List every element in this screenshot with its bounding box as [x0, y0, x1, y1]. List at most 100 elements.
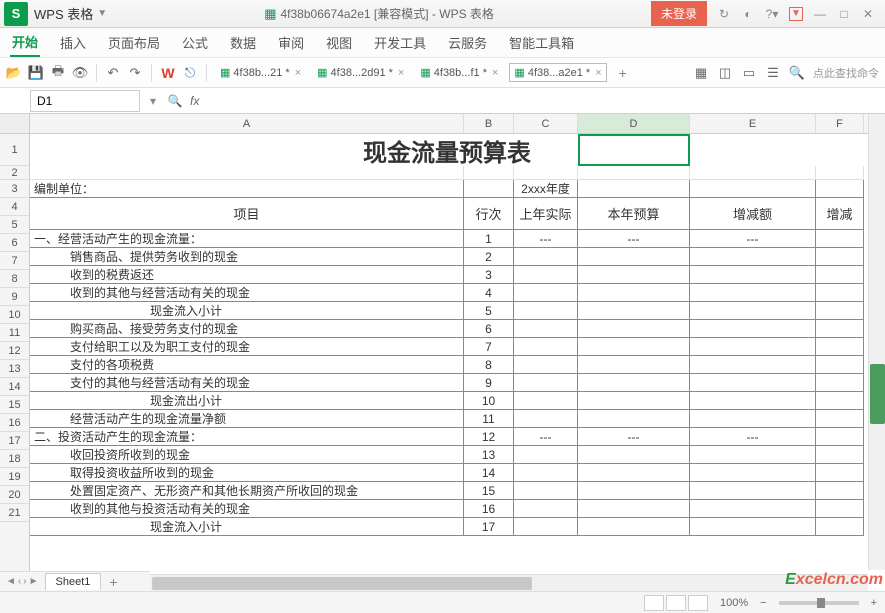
zoom-fx-icon[interactable]: 🔍	[164, 90, 186, 112]
cell[interactable]	[578, 180, 690, 198]
cell[interactable]: ---	[690, 230, 816, 248]
col-header-D[interactable]: D	[578, 114, 690, 133]
col-header-F[interactable]: F	[816, 114, 864, 133]
cell[interactable]	[578, 266, 690, 284]
view-page-icon[interactable]	[666, 595, 686, 611]
sync-icon[interactable]: ↻	[717, 7, 731, 21]
row-header-15[interactable]: 15	[0, 396, 29, 414]
help-icon[interactable]: ?▾	[765, 7, 779, 21]
cell[interactable]: 5	[464, 302, 514, 320]
cell[interactable]	[578, 374, 690, 392]
cell[interactable]	[816, 500, 864, 518]
cell[interactable]: ---	[578, 428, 690, 446]
cell[interactable]	[690, 338, 816, 356]
cell[interactable]: 8	[464, 356, 514, 374]
row-header-1[interactable]: 1	[0, 134, 29, 166]
cell[interactable]	[514, 166, 578, 180]
cell[interactable]	[514, 500, 578, 518]
col-header-A[interactable]: A	[30, 114, 464, 133]
spreadsheet-grid[interactable]: 123456789101112131415161718192021 ABCDEF…	[0, 114, 885, 588]
cell[interactable]: 一、经营活动产生的现金流量：	[30, 230, 464, 248]
window-icon[interactable]: ▭	[741, 65, 757, 81]
cell[interactable]	[514, 518, 578, 536]
menu-formula[interactable]: 公式	[180, 29, 210, 56]
cell[interactable]	[690, 302, 816, 320]
tab-close-icon[interactable]: ×	[595, 67, 601, 79]
cell[interactable]	[690, 266, 816, 284]
row-header-8[interactable]: 8	[0, 270, 29, 288]
grid-icon[interactable]: ▦	[693, 65, 709, 81]
zoom-thumb[interactable]	[817, 598, 825, 608]
cell[interactable]	[514, 392, 578, 410]
cell[interactable]	[578, 302, 690, 320]
row-header-3[interactable]: 3	[0, 180, 29, 198]
vertical-scrollbar[interactable]	[868, 114, 885, 570]
menu-insert[interactable]: 插入	[58, 29, 88, 56]
cell[interactable]: 销售商品、提供劳务收到的现金	[30, 248, 464, 266]
cell[interactable]	[578, 500, 690, 518]
cell[interactable]	[690, 410, 816, 428]
cell[interactable]: 购买商品、接受劳务支付的现金	[30, 320, 464, 338]
cell[interactable]	[578, 338, 690, 356]
split-icon[interactable]: ◫	[717, 65, 733, 81]
column-header-C[interactable]: 上年实际	[514, 198, 578, 230]
cell[interactable]	[816, 266, 864, 284]
name-box[interactable]: D1	[30, 90, 140, 112]
row-header-9[interactable]: 9	[0, 288, 29, 306]
cell[interactable]	[816, 320, 864, 338]
cell[interactable]: 4	[464, 284, 514, 302]
cell[interactable]: 收回投资所收到的现金	[30, 446, 464, 464]
cell[interactable]	[578, 482, 690, 500]
tab-close-icon[interactable]: ×	[398, 67, 404, 79]
next-sheet-icon[interactable]: ›	[23, 576, 26, 587]
cell[interactable]	[464, 166, 514, 180]
minimize-icon[interactable]: —	[813, 7, 827, 21]
cell[interactable]	[816, 482, 864, 500]
cell[interactable]	[816, 248, 864, 266]
cell[interactable]	[816, 230, 864, 248]
zoom-value[interactable]: 100%	[720, 597, 748, 609]
cell[interactable]: 1	[464, 230, 514, 248]
row-header-21[interactable]: 21	[0, 504, 29, 522]
cell[interactable]: 编制单位：	[30, 180, 464, 198]
cell[interactable]	[578, 392, 690, 410]
row-header-14[interactable]: 14	[0, 378, 29, 396]
sheet-title[interactable]: 现金流量预算表	[30, 134, 864, 166]
cell[interactable]	[816, 518, 864, 536]
cell[interactable]: 2xxx年度	[514, 180, 578, 198]
save-icon[interactable]: 💾	[28, 65, 44, 81]
view-normal-icon[interactable]	[644, 595, 664, 611]
cell[interactable]: 取得投资收益所收到的现金	[30, 464, 464, 482]
cell[interactable]	[816, 428, 864, 446]
cell[interactable]	[578, 518, 690, 536]
cell[interactable]: 15	[464, 482, 514, 500]
cell[interactable]: 收到的税费返还	[30, 266, 464, 284]
cell[interactable]	[690, 180, 816, 198]
cell[interactable]	[514, 374, 578, 392]
menu-view[interactable]: 视图	[324, 29, 354, 56]
sheet-nav[interactable]: ◄‹›►	[0, 576, 45, 587]
search-icon[interactable]: 🔍	[789, 65, 805, 81]
search-hint[interactable]: 点此查找命令	[813, 65, 879, 81]
list-icon[interactable]: ☰	[765, 65, 781, 81]
cell[interactable]	[514, 338, 578, 356]
prev-sheet-icon[interactable]: ‹	[18, 576, 21, 587]
vscroll-thumb[interactable]	[870, 364, 885, 424]
cell[interactable]: 二、投资活动产生的现金流量：	[30, 428, 464, 446]
redo-icon[interactable]: ↷	[127, 65, 143, 81]
zoom-in-icon[interactable]: +	[871, 597, 877, 609]
maximize-icon[interactable]: □	[837, 7, 851, 21]
cell[interactable]: 10	[464, 392, 514, 410]
cell[interactable]	[578, 284, 690, 302]
cell[interactable]: 6	[464, 320, 514, 338]
cell[interactable]	[514, 248, 578, 266]
cell[interactable]: 收到的其他与投资活动有关的现金	[30, 500, 464, 518]
horizontal-scrollbar[interactable]	[150, 574, 868, 591]
doc-tab-1[interactable]: ▦4f38b...21 *×	[215, 63, 306, 82]
col-header-C[interactable]: C	[514, 114, 578, 133]
tab-close-icon[interactable]: ×	[492, 67, 498, 79]
cell[interactable]	[514, 320, 578, 338]
view-break-icon[interactable]	[688, 595, 708, 611]
cell[interactable]	[690, 464, 816, 482]
col-header-B[interactable]: B	[464, 114, 514, 133]
